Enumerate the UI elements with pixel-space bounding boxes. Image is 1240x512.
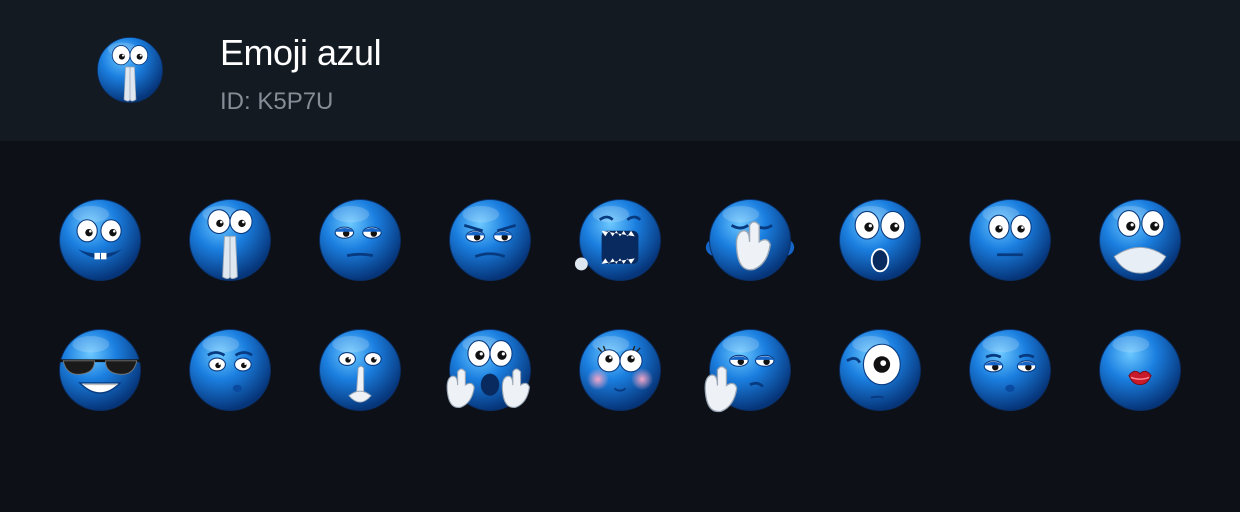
blushing-emoji-icon (579, 329, 661, 411)
screaming-emoji-icon (574, 199, 661, 281)
screaming-emoji[interactable] (574, 194, 666, 286)
ok-hand-emoji-icon (704, 329, 791, 413)
annoyed-emoji-icon (449, 199, 531, 281)
praying-hands-emoji-icon (189, 199, 271, 281)
unamused-emoji-icon (319, 199, 401, 281)
pouting-lips-emoji-icon (969, 329, 1051, 411)
shush-emoji[interactable] (314, 324, 406, 416)
pouting-lips-emoji[interactable] (964, 324, 1056, 416)
facepalm-emoji-icon (705, 199, 795, 281)
hands-over-mouth-emoji[interactable] (1094, 194, 1186, 286)
shocked-emoji[interactable] (834, 194, 926, 286)
pack-id: ID: K5P7U (220, 88, 334, 115)
pack-title: Emoji azul (220, 32, 382, 73)
sunglasses-emoji[interactable] (54, 324, 146, 416)
goofy-grin-emoji-icon (59, 199, 141, 281)
neutral-emoji[interactable] (964, 194, 1056, 286)
sunglasses-emoji-icon (59, 329, 141, 411)
pack-thumbnail-icon (93, 33, 167, 107)
unamused-emoji[interactable] (314, 194, 406, 286)
surprised-hands-emoji[interactable] (444, 324, 536, 416)
one-eye-emoji[interactable] (834, 324, 926, 416)
shush-emoji-icon (319, 329, 401, 411)
sticker-grid (0, 141, 1240, 512)
pack-header: Emoji azul ID: K5P7U (0, 0, 1240, 141)
hands-over-mouth-emoji-icon (1099, 199, 1181, 281)
facepalm-emoji[interactable] (704, 194, 796, 286)
shocked-emoji-icon (839, 199, 921, 281)
sad-pout-emoji[interactable] (184, 324, 276, 416)
ok-hand-emoji[interactable] (704, 324, 796, 416)
annoyed-emoji[interactable] (444, 194, 536, 286)
surprised-hands-emoji-icon (446, 329, 531, 411)
kissing-lips-emoji-icon (1099, 329, 1181, 411)
kissing-lips-emoji[interactable] (1094, 324, 1186, 416)
goofy-grin-emoji[interactable] (54, 194, 146, 286)
sad-pout-emoji-icon (189, 329, 271, 411)
one-eye-emoji-icon (839, 329, 921, 411)
praying-hands-emoji[interactable] (184, 194, 276, 286)
blushing-emoji[interactable] (574, 324, 666, 416)
neutral-emoji-icon (969, 199, 1051, 281)
